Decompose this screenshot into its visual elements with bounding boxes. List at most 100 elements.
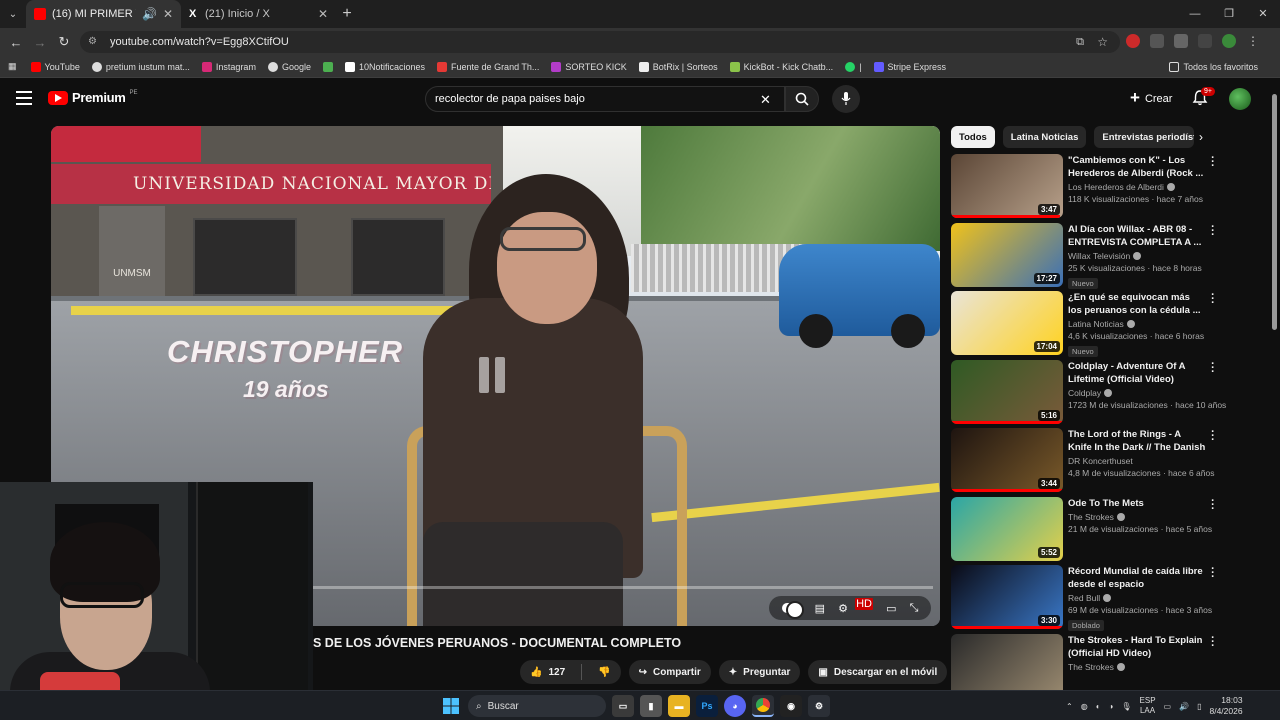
tab-close-icon[interactable]: ✕ [163,7,173,21]
apps-icon[interactable]: ▦ [8,61,17,72]
video-thumbnail[interactable]: 3:44 [951,428,1063,492]
video-thumbnail[interactable]: 17:04 [951,291,1063,355]
language-indicator[interactable]: ESP LAA [1140,696,1156,716]
chevron-right-icon[interactable]: › [1199,130,1203,144]
channel-name[interactable]: The Strokes [1068,512,1206,522]
forward-icon[interactable]: → [28,35,52,50]
video-thumbnail[interactable]: 3:47 [951,154,1063,218]
like-button[interactable]: 👍 127 [520,660,575,684]
more-options-icon[interactable]: · · · [1209,358,1217,377]
autoplay-toggle[interactable] [781,601,804,619]
reload-icon[interactable]: ↻ [52,34,76,50]
file-explorer-icon[interactable]: ▬ [668,695,690,717]
recommendation-item[interactable]: 3:30 Récord Mundial de caída libre desde … [951,564,1271,631]
recommendation-title[interactable]: The Lord of the Rings - A Knife In the D… [1068,428,1206,454]
close-window-icon[interactable]: ✕ [1246,0,1280,28]
search-button[interactable] [785,86,819,112]
fullscreen-icon[interactable]: ⤡ [910,602,919,615]
chevron-up-icon[interactable]: ⌃ [1066,702,1073,711]
chrome-icon[interactable] [752,695,774,717]
bookmark-item[interactable]: YouTube [30,61,80,72]
page-scrollbar[interactable] [1271,82,1278,680]
app-icon[interactable]: ⚙ [808,695,830,717]
miniplayer-icon[interactable]: ▭ [886,602,896,615]
new-tab-button[interactable]: + [336,5,358,23]
subtitles-icon[interactable]: ▤ [815,602,825,615]
pause-icon[interactable] [479,357,509,393]
download-button[interactable]: ▣ Descargar en el móvil [808,660,948,684]
recommendation-title[interactable]: "Cambiemos con K" - Los Herederos de Alb… [1068,154,1206,180]
chip-all[interactable]: Todos [951,126,995,148]
all-bookmarks[interactable]: Todos los favoritos [1169,61,1258,72]
minimize-icon[interactable]: — [1178,0,1212,28]
menu-icon[interactable] [16,91,32,105]
youtube-logo[interactable]: Premium PE [48,90,138,105]
channel-name[interactable]: Red Bull [1068,593,1206,603]
taskbar-search[interactable]: ⌕ Buscar [468,695,606,717]
recommendation-item[interactable]: 3:47 "Cambiemos con K" - Los Herederos de… [951,153,1271,220]
windows-start-icon[interactable] [440,695,462,717]
more-options-icon[interactable]: · · · [1209,427,1217,446]
recommendation-title[interactable]: The Strokes - Hard To Explain (Official … [1068,634,1206,660]
user-avatar[interactable] [1229,88,1251,110]
tab-x[interactable]: X (21) Inicio / X ✕ [181,0,336,28]
bookmark-item[interactable]: | [845,61,862,72]
recommendation-item[interactable]: 17:27 Al Día con Willax - ABR 08 - ENTREV… [951,221,1271,289]
address-bar[interactable]: ⚙ youtube.com/watch?v=Egg8XCtifOU ⧉ ☆ [80,31,1120,53]
video-thumbnail[interactable]: 5:52 [951,496,1063,561]
app-tray-icon[interactable]: ◑ [1109,702,1114,711]
menu-dots-icon[interactable]: ⋮ [1246,34,1260,48]
video-thumbnail[interactable]: 3:30 [951,565,1063,629]
chip-latina-noticias[interactable]: Latina Noticias [1002,126,1087,148]
video-thumbnail[interactable]: 5:16 [951,359,1063,424]
channel-name[interactable]: Coldplay [1068,388,1206,398]
recommendation-title[interactable]: ¿En qué se equivocan más los peruanos co… [1068,291,1206,317]
site-info-icon[interactable]: ⚙ [88,36,102,48]
more-options-icon[interactable]: · · · [1209,495,1217,514]
bookmark-item[interactable]: pretium iustum mat... [91,61,190,72]
channel-name[interactable]: DR Koncerthuset [1068,456,1206,466]
app-tray-icon[interactable]: ◐ [1096,702,1101,711]
puzzle-icon[interactable] [1174,34,1188,48]
bookmark-star-icon[interactable]: ☆ [1097,35,1108,49]
progress-bar[interactable] [313,586,933,589]
photoshop-icon[interactable]: Ps [696,695,718,717]
more-options-icon[interactable]: · · · [1209,564,1217,583]
channel-name[interactable]: The Strokes [1068,662,1206,672]
create-button[interactable]: + Crear [1124,88,1178,110]
search-input[interactable]: recolector de papa paises bajo [425,86,785,112]
tab-close-icon[interactable]: ✕ [318,7,328,21]
extension-icon[interactable] [1150,34,1164,48]
speaker-icon[interactable]: 🔊 [142,7,157,21]
extension-icon[interactable] [1126,34,1140,48]
app-icon[interactable]: ▮ [640,695,662,717]
more-options-icon[interactable]: · · · [1209,632,1217,651]
bookmark-item[interactable]: BotRix | Sorteos [638,61,718,72]
recommendation-title[interactable]: Ode To The Mets [1068,497,1206,510]
app-icon[interactable]: ◉ [780,695,802,717]
battery-icon[interactable]: ▯ [1197,702,1201,711]
recommendation-title[interactable]: Coldplay - Adventure Of A Lifetime (Offi… [1068,360,1206,386]
recommendation-item[interactable]: 3:44 The Lord of the Rings - A Knife In t… [951,427,1271,494]
more-options-icon[interactable]: · · · [1209,153,1217,172]
volume-icon[interactable]: 🔊 [1179,702,1189,711]
clock[interactable]: 18:03 8/4/2026 [1209,695,1242,717]
network-icon[interactable]: ◍ [1081,702,1088,711]
bookmark-item[interactable]: SORTEO KICK [551,61,627,72]
bookmark-item[interactable]: 10Notificaciones [344,61,425,72]
recommendation-item[interactable]: 5:52 Ode To The Mets The Strokes 21 M de vi… [951,495,1271,563]
restore-icon[interactable]: ❐ [1212,0,1246,28]
video-thumbnail[interactable] [951,633,1063,698]
channel-name[interactable]: Willax Televisión [1068,251,1206,261]
bookmark-item[interactable]: Google [267,61,311,72]
task-view-icon[interactable]: ▭ [612,695,634,717]
display-icon[interactable]: ▭ [1164,702,1172,711]
back-icon[interactable]: ← [4,35,28,50]
media-icon[interactable] [1198,34,1212,48]
chip-entrevistas[interactable]: Entrevistas periodísti [1094,126,1195,148]
bookmark-item[interactable]: Fuente de Grand Th... [437,61,539,72]
tab-youtube[interactable]: (16) MI PRIMER VOTO: MIE 🔊 ✕ [26,0,181,28]
recommendation-title[interactable]: Al Día con Willax - ABR 08 - ENTREVISTA … [1068,223,1206,249]
recommendation-title[interactable]: Récord Mundial de caída libre desde el e… [1068,565,1206,591]
bookmark-item[interactable]: KickBot - Kick Chatb... [729,61,833,72]
